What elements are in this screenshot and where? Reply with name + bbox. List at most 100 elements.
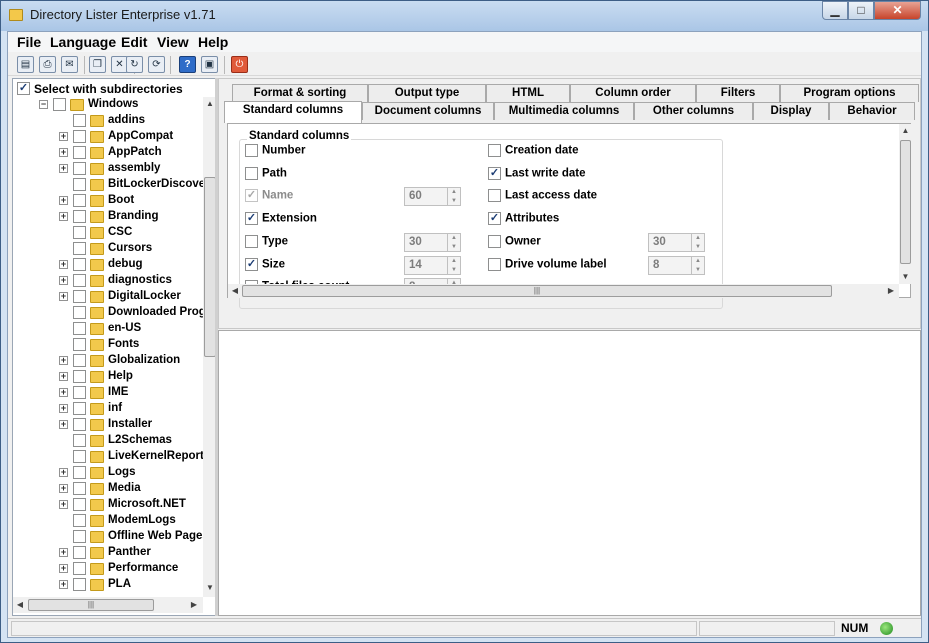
tree-checkbox[interactable] bbox=[73, 338, 86, 351]
scroll-down-arrow-icon[interactable]: ▼ bbox=[899, 270, 912, 284]
width-spinner[interactable]: 8 ▲▼ bbox=[648, 255, 705, 275]
tab-column-order[interactable]: Column order bbox=[570, 84, 696, 102]
scroll-right-arrow-icon[interactable]: ▶ bbox=[884, 284, 898, 298]
spin-down-icon[interactable]: ▼ bbox=[447, 197, 460, 207]
tab-other-columns[interactable]: Other columns bbox=[634, 102, 753, 120]
column-option[interactable]: Size bbox=[245, 257, 285, 271]
menu-view[interactable]: View bbox=[157, 34, 189, 50]
option-checkbox[interactable] bbox=[245, 212, 258, 226]
expand-icon[interactable]: + bbox=[59, 564, 68, 573]
tab-standard-columns[interactable]: Standard columns bbox=[224, 101, 362, 123]
column-option[interactable]: Number bbox=[245, 144, 305, 157]
tab-filters[interactable]: Filters bbox=[696, 84, 780, 102]
copy-icon[interactable]: ❐ bbox=[89, 56, 106, 73]
refresh-all-icon[interactable]: ⟳ bbox=[148, 56, 165, 73]
menu-file[interactable]: File bbox=[17, 34, 41, 50]
options-vertical-scrollbar[interactable]: ▲ ▼ bbox=[899, 124, 912, 284]
expand-icon[interactable]: + bbox=[59, 388, 68, 397]
tree-checkbox[interactable] bbox=[73, 514, 86, 527]
option-checkbox[interactable] bbox=[488, 144, 501, 157]
column-option[interactable]: Last access date bbox=[488, 189, 597, 203]
print-icon[interactable]: ⎙ bbox=[39, 56, 56, 73]
tree-checkbox[interactable] bbox=[53, 98, 66, 111]
scroll-right-arrow-icon[interactable]: ▶ bbox=[187, 598, 201, 612]
output-list-area[interactable] bbox=[218, 330, 921, 616]
title-bar[interactable]: Directory Lister Enterprise v1.71 ▁ □ ✕ bbox=[1, 1, 928, 31]
tree-checkbox[interactable] bbox=[73, 258, 86, 271]
expand-icon[interactable]: + bbox=[59, 548, 68, 557]
spin-up-icon[interactable]: ▲ bbox=[691, 256, 704, 266]
select-with-subdirectories-checkbox[interactable] bbox=[17, 82, 30, 96]
column-option[interactable]: Owner bbox=[488, 234, 541, 248]
exit-icon[interactable]: ⏻ bbox=[231, 56, 248, 73]
minimize-button[interactable]: ▁ bbox=[822, 1, 848, 20]
maximize-button[interactable]: □ bbox=[848, 1, 874, 20]
option-checkbox[interactable] bbox=[488, 166, 501, 180]
option-checkbox[interactable] bbox=[488, 234, 501, 248]
expand-icon[interactable]: + bbox=[59, 148, 68, 157]
scroll-left-arrow-icon[interactable]: ◀ bbox=[228, 284, 242, 298]
expand-icon[interactable]: + bbox=[59, 500, 68, 509]
column-option[interactable]: Type bbox=[245, 234, 288, 248]
tree-checkbox[interactable] bbox=[73, 578, 86, 591]
column-option[interactable]: Path bbox=[245, 166, 287, 180]
tree-checkbox[interactable] bbox=[73, 546, 86, 559]
tree-checkbox[interactable] bbox=[73, 466, 86, 479]
tree-checkbox[interactable] bbox=[73, 290, 86, 303]
about-icon[interactable]: ▣ bbox=[201, 56, 218, 73]
tree-checkbox[interactable] bbox=[73, 322, 86, 335]
expand-icon[interactable]: + bbox=[59, 276, 68, 285]
email-icon[interactable]: ✉ bbox=[61, 56, 78, 73]
width-spinner[interactable]: 30 ▲ ▼ bbox=[404, 232, 461, 252]
column-option[interactable]: Name bbox=[245, 189, 293, 203]
tree-checkbox[interactable] bbox=[73, 562, 86, 575]
scroll-thumb[interactable]: ||| bbox=[28, 599, 154, 611]
tab-output-type[interactable]: Output type bbox=[368, 84, 486, 102]
spin-down-icon[interactable]: ▼ bbox=[691, 242, 704, 252]
tree-checkbox[interactable] bbox=[73, 162, 86, 175]
tree-checkbox[interactable] bbox=[73, 130, 86, 143]
option-checkbox[interactable] bbox=[488, 212, 501, 226]
tree-checkbox[interactable] bbox=[73, 434, 86, 447]
column-option[interactable]: Creation date bbox=[488, 144, 579, 157]
save-icon[interactable]: ▤ bbox=[17, 56, 34, 73]
menu-language[interactable]: Language bbox=[50, 34, 116, 50]
tree-checkbox[interactable] bbox=[73, 482, 86, 495]
spin-up-icon[interactable]: ▲ bbox=[447, 233, 460, 243]
width-spinner[interactable]: 14 ▲ ▼ bbox=[404, 255, 461, 275]
expand-icon[interactable]: + bbox=[59, 356, 68, 365]
tree-checkbox[interactable] bbox=[73, 306, 86, 319]
expand-icon[interactable]: + bbox=[59, 580, 68, 589]
spin-up-icon[interactable]: ▲ bbox=[447, 188, 460, 198]
spin-down-icon[interactable]: ▼ bbox=[447, 265, 460, 275]
tab-program-options[interactable]: Program options bbox=[780, 84, 919, 102]
expand-icon[interactable]: + bbox=[59, 484, 68, 493]
expand-icon[interactable]: + bbox=[59, 404, 68, 413]
tree-checkbox[interactable] bbox=[73, 114, 86, 127]
tab-document-columns[interactable]: Document columns bbox=[362, 102, 494, 120]
tree-checkbox[interactable] bbox=[73, 418, 86, 431]
option-checkbox[interactable] bbox=[245, 144, 258, 157]
tab-behavior[interactable]: Behavior bbox=[829, 102, 915, 120]
tree-checkbox[interactable] bbox=[73, 370, 86, 383]
tree-checkbox[interactable] bbox=[73, 194, 86, 207]
tree-checkbox[interactable] bbox=[73, 210, 86, 223]
scroll-thumb[interactable] bbox=[900, 140, 911, 264]
scroll-left-arrow-icon[interactable]: ◀ bbox=[13, 598, 27, 612]
width-spinner[interactable]: 30 ▲ ▼ bbox=[648, 232, 705, 252]
menu-edit[interactable]: Edit bbox=[121, 34, 147, 50]
options-horizontal-scrollbar[interactable]: ◀ ||| ▶ bbox=[228, 284, 899, 298]
expand-icon[interactable]: + bbox=[59, 164, 68, 173]
menu-help[interactable]: Help bbox=[198, 34, 228, 50]
expand-icon[interactable]: + bbox=[59, 212, 68, 221]
collapse-icon[interactable]: − bbox=[39, 100, 48, 109]
spin-down-icon[interactable]: ▼ bbox=[447, 242, 460, 252]
tree-checkbox[interactable] bbox=[73, 402, 86, 415]
tree-checkbox[interactable] bbox=[73, 450, 86, 463]
column-option[interactable]: Drive volume label bbox=[488, 257, 607, 271]
tab-display[interactable]: Display bbox=[753, 102, 829, 120]
spin-up-icon[interactable]: ▲ bbox=[691, 233, 704, 243]
option-checkbox[interactable] bbox=[488, 189, 501, 203]
column-option[interactable]: Attributes bbox=[488, 212, 559, 226]
tab-html[interactable]: HTML bbox=[486, 84, 570, 102]
